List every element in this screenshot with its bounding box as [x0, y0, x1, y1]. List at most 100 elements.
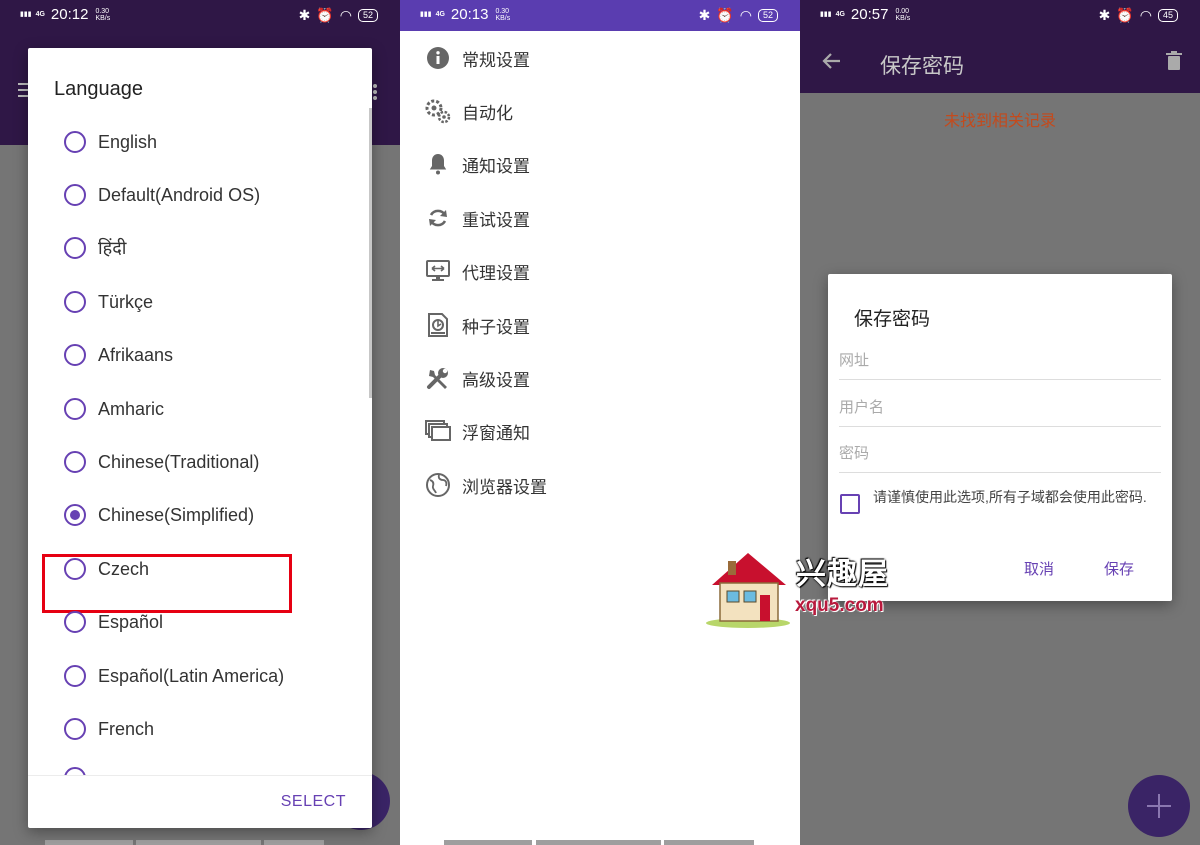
signal-icon: ▮▮▮: [820, 11, 832, 18]
subdomain-warning-text: 请谨慎使用此选项,所有子域都会使用此密码.: [873, 489, 1147, 505]
settings-screen: ▮▮▮ 4G 20:13 0.30 KB/s ✱ ⏰ ◠ 52 常规设置 自动化 …: [400, 0, 800, 845]
radio-button[interactable]: [64, 718, 86, 740]
add-fab-button[interactable]: [1128, 775, 1190, 837]
menu-item-notifications[interactable]: 通知设置: [424, 144, 784, 184]
select-button[interactable]: SELECT: [281, 793, 346, 811]
radio-button-selected[interactable]: [64, 504, 86, 526]
network-type: 4G: [435, 11, 445, 18]
radio-button[interactable]: [64, 184, 86, 206]
menu-item-floating-notification[interactable]: 浮窗通知: [424, 411, 784, 451]
language-option-chinese-traditional[interactable]: Chinese(Traditional): [64, 442, 364, 482]
empty-state-message: 未找到相关记录: [943, 113, 1056, 130]
bottom-tab-strip: [0, 840, 400, 845]
house-logo-icon: [706, 553, 790, 628]
status-bar: ▮▮▮ 4G 20:57 0.00 KB/s ✱ ⏰ ◠ 45: [800, 0, 1200, 31]
net-speed: 0.30 KB/s: [95, 7, 111, 22]
language-screen: ▮▮▮ 4G 20:12 0.30 KB/s ✱ ⏰ ◠ 52 Language …: [0, 0, 400, 845]
language-option-turkish[interactable]: Türkçe: [64, 282, 364, 322]
url-input[interactable]: [839, 342, 1161, 378]
language-option-spanish[interactable]: Español: [64, 602, 364, 642]
language-option-default[interactable]: Default(Android OS): [64, 175, 364, 215]
radio-button[interactable]: [64, 291, 86, 313]
hamburger-menu-icon[interactable]: [18, 83, 28, 99]
back-arrow-icon[interactable]: [820, 49, 844, 73]
language-list: English Default(Android OS) हिंदी Türkçe…: [28, 115, 372, 775]
battery-indicator: 52: [357, 9, 378, 22]
radio-button[interactable]: [64, 344, 86, 366]
alarm-icon: ⏰: [716, 7, 734, 23]
proxy-icon: [424, 257, 452, 285]
network-type: 4G: [35, 11, 45, 18]
watermark-logo: 兴趣屋 xqu5.com: [700, 545, 910, 630]
net-speed: 0.30 KB/s: [495, 7, 511, 22]
alarm-icon: ⏰: [316, 7, 334, 23]
radio-button[interactable]: [64, 767, 86, 775]
language-option-amharic[interactable]: Amharic: [64, 389, 364, 429]
automation-icon: [424, 97, 452, 125]
net-speed: 0.00 KB/s: [895, 7, 911, 22]
watermark-url: xqu5.com: [795, 595, 884, 616]
radio-button[interactable]: [64, 398, 86, 420]
menu-item-advanced[interactable]: 高级设置: [424, 358, 784, 398]
cancel-button[interactable]: 取消: [1024, 558, 1054, 579]
menu-item-browser[interactable]: 浏览器设置: [424, 465, 784, 505]
language-option-hindi[interactable]: हिंदी: [64, 228, 364, 268]
subdomain-checkbox[interactable]: [840, 494, 860, 514]
password-input[interactable]: [839, 435, 1161, 471]
language-option-czech[interactable]: Czech: [64, 549, 364, 589]
signal-icon: ▮▮▮: [420, 11, 432, 18]
info-icon: [424, 44, 452, 72]
language-option-chinese-simplified[interactable]: Chinese(Simplified): [64, 495, 364, 535]
bell-icon: [424, 150, 452, 178]
radio-button[interactable]: [64, 451, 86, 473]
menu-item-retry[interactable]: 重试设置: [424, 198, 784, 238]
language-dialog: Language English Default(Android OS) हिं…: [28, 48, 372, 828]
bluetooth-icon: ✱: [1098, 7, 1111, 23]
battery-indicator: 45: [1157, 9, 1178, 22]
language-option-partial[interactable]: [64, 758, 364, 775]
dialog-title: Language: [54, 78, 143, 100]
clock: 20:57: [850, 6, 889, 23]
bluetooth-icon: ✱: [698, 7, 711, 23]
tools-icon: [424, 364, 452, 392]
status-bar: ▮▮▮ 4G 20:13 0.30 KB/s ✱ ⏰ ◠ 52: [400, 0, 800, 31]
subdomain-option: 请谨慎使用此选项,所有子域都会使用此密码.: [840, 488, 1160, 514]
language-option-french[interactable]: French: [64, 709, 364, 749]
username-field[interactable]: [839, 389, 1161, 427]
app-toolbar: 保存密码: [800, 31, 1200, 93]
bluetooth-icon: ✱: [298, 7, 311, 23]
username-input[interactable]: [839, 389, 1161, 425]
wifi-icon: ◠: [339, 7, 352, 23]
dialog-divider: [28, 775, 372, 776]
torrent-icon: [424, 311, 452, 339]
menu-item-general[interactable]: 常规设置: [424, 38, 784, 78]
battery-indicator: 52: [757, 9, 778, 22]
overflow-menu-icon[interactable]: [373, 84, 377, 102]
globe-icon: [424, 471, 452, 499]
watermark-name: 兴趣屋: [796, 558, 889, 591]
signal-icon: ▮▮▮: [20, 11, 32, 18]
status-bar: ▮▮▮ 4G 20:12 0.30 KB/s ✱ ⏰ ◠ 52: [0, 0, 400, 31]
radio-button[interactable]: [64, 131, 86, 153]
menu-item-proxy[interactable]: 代理设置: [424, 251, 784, 291]
password-field[interactable]: [839, 435, 1161, 473]
radio-button[interactable]: [64, 611, 86, 633]
toolbar-title: 保存密码: [880, 55, 964, 78]
radio-button[interactable]: [64, 558, 86, 580]
radio-button[interactable]: [64, 237, 86, 259]
menu-item-torrent[interactable]: 种子设置: [424, 305, 784, 345]
save-button[interactable]: 保存: [1104, 558, 1134, 579]
language-option-spanish-latam[interactable]: Español(Latin America): [64, 656, 364, 696]
url-field[interactable]: [839, 342, 1161, 380]
trash-icon[interactable]: [1166, 51, 1182, 71]
dialog-title: 保存密码: [854, 309, 931, 330]
clock: 20:13: [450, 6, 489, 23]
save-password-screen: ▮▮▮ 4G 20:57 0.00 KB/s ✱ ⏰ ◠ 45 保存密码 未找到相…: [800, 0, 1200, 845]
language-option-english[interactable]: English: [64, 122, 364, 162]
floating-window-icon: [424, 417, 452, 445]
clock: 20:12: [50, 6, 89, 23]
wifi-icon: ◠: [1139, 7, 1152, 23]
menu-item-automation[interactable]: 自动化: [424, 91, 784, 131]
language-option-afrikaans[interactable]: Afrikaans: [64, 335, 364, 375]
radio-button[interactable]: [64, 665, 86, 687]
